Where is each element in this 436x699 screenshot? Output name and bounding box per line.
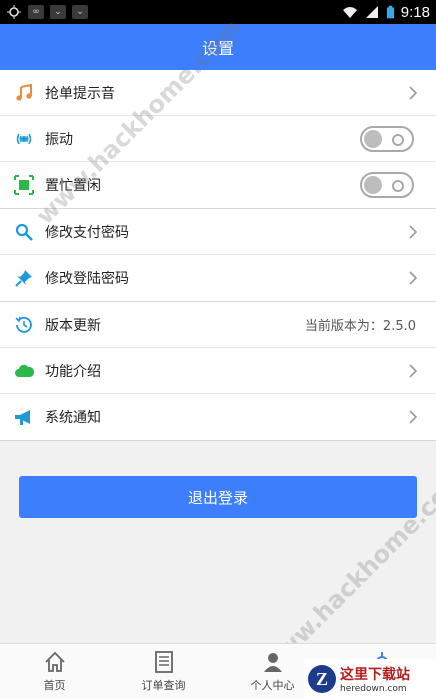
battery-icon bbox=[386, 5, 394, 19]
status-time: 9:18 bbox=[400, 3, 430, 21]
mail-notification-icon: ⌄ bbox=[50, 5, 66, 19]
music-note-icon bbox=[14, 83, 34, 103]
setting-label: 修改登陆密码 bbox=[45, 271, 129, 287]
logout-button[interactable]: 退出登录 bbox=[19, 476, 417, 518]
setting-label: 系统通知 bbox=[45, 410, 101, 426]
toggle-knob bbox=[364, 176, 382, 194]
tab-label: 首页 bbox=[43, 679, 66, 692]
order-document-icon bbox=[154, 651, 173, 673]
status-bar: ∞ ⌄ ⌄ 9:18 bbox=[0, 0, 436, 24]
divider bbox=[0, 440, 436, 441]
toggle-off-indicator bbox=[392, 180, 404, 192]
chevron-right-icon bbox=[409, 85, 418, 100]
setting-busy-status: 置忙置闲 bbox=[0, 162, 436, 208]
setting-label: 置忙置闲 bbox=[45, 178, 101, 194]
home-icon bbox=[44, 651, 65, 672]
badge-subtitle: heredown.com bbox=[340, 684, 407, 694]
busy-status-toggle[interactable] bbox=[360, 172, 414, 198]
chevron-right-icon bbox=[409, 363, 418, 378]
chevron-right-icon bbox=[409, 224, 418, 239]
tab-label: 订单查询 bbox=[141, 679, 186, 692]
setting-login-password[interactable]: 修改登陆密码 bbox=[0, 255, 436, 301]
tab-home[interactable]: 首页 bbox=[0, 644, 109, 699]
setting-label: 版本更新 bbox=[45, 317, 101, 334]
setting-pay-password[interactable]: 修改支付密码 bbox=[0, 209, 436, 255]
search-icon bbox=[14, 222, 34, 242]
setting-ring-tone[interactable]: 抢单提示音 bbox=[0, 70, 436, 116]
settings-group-about: 版本更新 当前版本为：2.5.0 功能介绍 系统通知 bbox=[0, 302, 436, 440]
setting-label: 功能介绍 bbox=[45, 363, 101, 380]
person-icon bbox=[263, 653, 282, 672]
toggle-knob bbox=[364, 129, 382, 148]
chevron-right-icon bbox=[409, 410, 418, 424]
app-header: 设置 bbox=[0, 24, 436, 70]
page-title: 设置 bbox=[201, 39, 234, 58]
setting-vibration: 振动 bbox=[0, 116, 436, 162]
app-notification-icon: ∞ bbox=[28, 5, 44, 19]
setting-system-notice[interactable]: 系统通知 bbox=[0, 394, 436, 440]
location-icon bbox=[7, 5, 21, 19]
message-notification-icon: ⌄ bbox=[72, 5, 88, 19]
badge-title: 这里下载站 bbox=[340, 667, 410, 683]
megaphone-icon bbox=[14, 407, 34, 427]
wifi-icon bbox=[342, 7, 357, 18]
setting-label: 抢单提示音 bbox=[45, 85, 115, 102]
setting-label: 振动 bbox=[45, 131, 73, 148]
badge-logo: Z bbox=[308, 665, 336, 693]
site-badge: Z 这里下载站 heredown.com bbox=[304, 659, 436, 699]
toggle-off-indicator bbox=[392, 133, 404, 146]
vibration-toggle[interactable] bbox=[360, 125, 414, 152]
cloud-icon bbox=[14, 361, 34, 381]
busy-status-icon bbox=[14, 175, 34, 195]
setting-label: 修改支付密码 bbox=[45, 224, 129, 241]
settings-group-password: 修改支付密码 修改登陆密码 bbox=[0, 209, 436, 301]
tab-label: 个人中心 bbox=[250, 679, 295, 692]
chevron-right-icon bbox=[409, 271, 418, 285]
history-icon bbox=[14, 315, 34, 335]
pin-icon bbox=[14, 268, 34, 288]
setting-version-update[interactable]: 版本更新 当前版本为：2.5.0 bbox=[0, 302, 436, 348]
setting-feature-intro[interactable]: 功能介绍 bbox=[0, 348, 436, 394]
tab-orders[interactable]: 订单查询 bbox=[109, 644, 218, 699]
settings-group-notifications: 抢单提示音 振动 置忙置闲 bbox=[0, 70, 436, 208]
version-value: 当前版本为：2.5.0 bbox=[304, 319, 416, 334]
vibration-icon bbox=[14, 129, 34, 149]
signal-icon bbox=[365, 6, 378, 18]
